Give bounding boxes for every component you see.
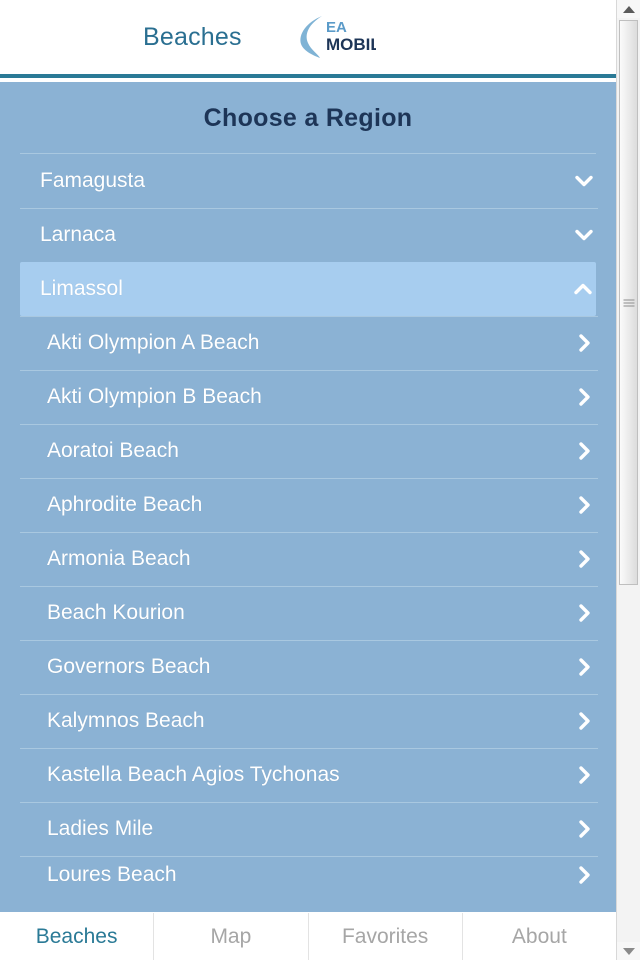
beach-label: Governors Beach	[47, 655, 211, 678]
chevron-right-icon[interactable]	[571, 708, 597, 734]
tab-label: Map	[210, 924, 252, 948]
region-label: Limassol	[40, 277, 123, 300]
beach-label: Loures Beach	[47, 863, 177, 886]
tab-favorites[interactable]: Favorites	[307, 913, 462, 960]
tab-beaches[interactable]: Beaches	[0, 913, 153, 960]
logo-text-ea: EA	[326, 19, 347, 36]
region-label: Larnaca	[40, 223, 116, 246]
content-area: Choose a Region Famagusta Larnaca Limass…	[0, 82, 616, 912]
chevron-right-icon[interactable]	[571, 384, 597, 410]
chevron-right-icon[interactable]	[571, 762, 597, 788]
bottom-tab-bar: Beaches Map Favorites About	[0, 912, 616, 960]
chevron-right-icon[interactable]	[571, 546, 597, 572]
region-row-larnaca[interactable]: Larnaca	[0, 208, 616, 262]
chevron-right-icon[interactable]	[571, 816, 597, 842]
chevron-down-icon[interactable]	[571, 222, 597, 248]
beach-row[interactable]: Loures Beach	[0, 856, 616, 888]
tab-label: Beaches	[35, 924, 118, 948]
beach-label: Beach Kourion	[47, 601, 185, 624]
beach-label: Kalymnos Beach	[47, 709, 205, 732]
chevron-right-icon[interactable]	[571, 492, 597, 518]
chevron-down-icon[interactable]	[571, 168, 597, 194]
triangle-up-icon	[622, 5, 635, 13]
app-header: Beaches EA MOBILE	[0, 0, 616, 78]
beach-label: Akti Olympion A Beach	[47, 331, 260, 354]
region-row-famagusta[interactable]: Famagusta	[0, 154, 616, 208]
sea-mobile-logo: EA MOBILE	[298, 11, 376, 63]
beach-row[interactable]: Armonia Beach	[0, 532, 616, 586]
scroll-down-arrow[interactable]	[617, 942, 640, 960]
beach-label: Ladies Mile	[47, 817, 154, 840]
chevron-right-icon[interactable]	[571, 438, 597, 464]
chevron-up-icon[interactable]	[570, 276, 596, 302]
triangle-down-icon	[622, 947, 635, 955]
tab-about[interactable]: About	[461, 913, 616, 960]
beach-label: Akti Olympion B Beach	[47, 385, 262, 408]
chevron-right-icon[interactable]	[571, 862, 597, 888]
vertical-scrollbar[interactable]	[616, 0, 640, 960]
chevron-right-icon[interactable]	[571, 654, 597, 680]
grip-icon	[623, 299, 634, 306]
beach-row[interactable]: Ladies Mile	[0, 802, 616, 856]
sea-mobile-logo-icon: EA MOBILE	[300, 16, 376, 58]
beach-row[interactable]: Aoratoi Beach	[0, 424, 616, 478]
app-window: Beaches EA MOBILE Choose a Region Famagu…	[0, 0, 640, 960]
tab-map[interactable]: Map	[153, 913, 307, 960]
beach-label: Armonia Beach	[47, 547, 191, 570]
tab-label: About	[511, 924, 567, 948]
chevron-right-icon[interactable]	[571, 600, 597, 626]
beach-row[interactable]: Kastella Beach Agios Tychonas	[0, 748, 616, 802]
scroll-thumb[interactable]	[619, 20, 638, 585]
region-row-limassol[interactable]: Limassol	[20, 262, 596, 316]
beach-row[interactable]: Akti Olympion A Beach	[0, 316, 616, 370]
beach-row[interactable]: Governors Beach	[0, 640, 616, 694]
tab-label: Favorites	[341, 924, 429, 948]
beach-row[interactable]: Akti Olympion B Beach	[0, 370, 616, 424]
beach-label: Aphrodite Beach	[47, 493, 203, 516]
beach-row[interactable]: Aphrodite Beach	[0, 478, 616, 532]
beach-row[interactable]: Beach Kourion	[0, 586, 616, 640]
beach-row[interactable]: Kalymnos Beach	[0, 694, 616, 748]
page-header-title: Beaches	[143, 22, 242, 51]
beach-label: Kastella Beach Agios Tychonas	[47, 763, 340, 786]
beach-label: Aoratoi Beach	[47, 439, 179, 462]
region-label: Famagusta	[40, 169, 146, 192]
scroll-up-arrow[interactable]	[617, 0, 640, 18]
region-list: Famagusta Larnaca Limassol Akti Olympion…	[0, 154, 616, 888]
chevron-right-icon[interactable]	[571, 330, 597, 356]
page-title: Choose a Region	[203, 104, 413, 132]
logo-text-mobile: MOBILE	[326, 35, 376, 54]
